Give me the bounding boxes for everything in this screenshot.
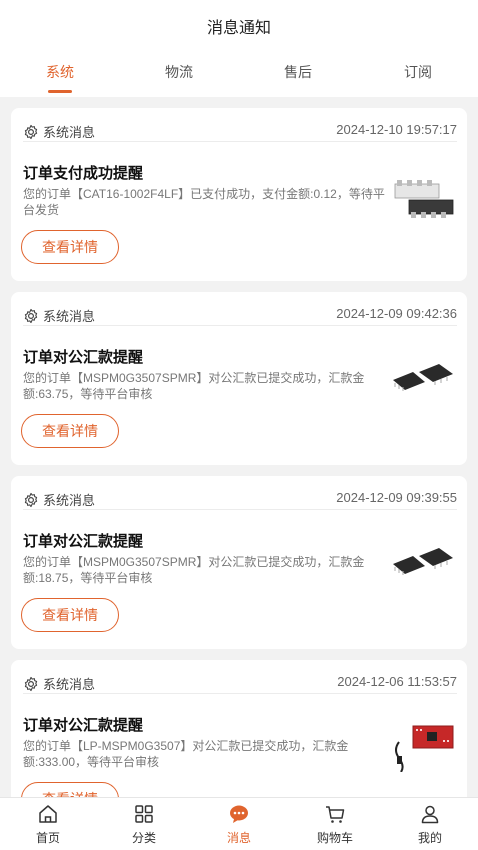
tab-system[interactable]: 系统 [15,62,105,82]
settings-icon [24,492,38,507]
message-description: 您的订单【LP-MSPM0G3507】对公汇款已提交成功，汇款金额:333.00… [23,739,349,769]
message-card: 系统消息 2024-12-10 19:57:17 订单支付成功提醒 您的订单【C… [11,108,467,281]
resistor-array-image [394,180,454,218]
card-header: 系统消息 2024-12-10 19:57:17 [23,120,457,142]
message-description: 您的订单【MSPM0G3507SPMR】对公汇款已提交成功，汇款金额:18.75… [23,555,365,585]
card-header: 系统消息 2024-12-09 09:42:36 [23,304,457,326]
message-time: 2024-12-09 09:42:36 [336,306,457,321]
message-type: 系统消息 [23,674,95,693]
settings-icon [24,124,38,139]
nav-label: 首页 [35,831,60,845]
message-type-label: 系统消息 [43,125,96,140]
message-time: 2024-12-09 09:39:55 [336,490,457,505]
message-time: 2024-12-10 19:57:17 [336,122,457,137]
message-card: 系统消息 2024-12-09 09:42:36 订单对公汇款提醒 您的订单【M… [11,292,467,465]
message-title: 订单对公汇款提醒 [23,349,144,366]
card-header: 系统消息 2024-12-09 09:39:55 [23,488,457,510]
header: 消息通知 系统 物流 售后 订阅 [0,0,478,97]
nav-category[interactable]: 分类 [109,798,179,850]
message-description: 您的订单【CAT16-1002F4LF】已支付成功，支付金额:0.12，等待平台… [23,187,385,217]
message-card: 系统消息 2024-12-09 09:39:55 订单对公汇款提醒 您的订单【M… [11,476,467,649]
card-header: 系统消息 2024-12-06 11:53:57 [23,672,457,694]
page-title: 消息通知 [206,20,271,37]
settings-icon [24,308,38,323]
chip-image [393,548,453,575]
message-type: 系统消息 [23,122,95,141]
message-type-label: 系统消息 [43,309,96,324]
settings-icon [24,676,38,691]
message-description: 您的订单【MSPM0G3507SPMR】对公汇款已提交成功，汇款金额:63.75… [23,371,365,401]
tab-subscription[interactable]: 订阅 [373,62,463,82]
message-icon [230,805,248,823]
message-card: 系统消息 2024-12-06 11:53:57 订单对公汇款提醒 您的订单【L… [11,660,467,797]
view-details-button[interactable]: 查看详情 [21,230,119,264]
dev-board-image [395,725,454,772]
message-title: 订单支付成功提醒 [23,165,144,182]
message-type-label: 系统消息 [43,493,96,508]
view-details-button[interactable]: 查看详情 [21,414,119,448]
message-title: 订单对公汇款提醒 [23,717,144,734]
category-icon [135,805,153,823]
user-icon [421,805,439,824]
message-type: 系统消息 [23,490,95,509]
message-time: 2024-12-06 11:53:57 [337,674,457,689]
active-tab-indicator [48,90,72,93]
nav-profile[interactable]: 我的 [395,798,465,850]
message-title: 订单对公汇款提醒 [23,533,144,550]
tab-bar: 系统 物流 售后 订阅 [0,62,478,96]
nav-label: 分类 [131,831,156,845]
cart-icon [326,806,345,823]
bottom-nav: 首页 分类 消息 购物车 我的 [0,797,478,850]
nav-message[interactable]: 消息 [204,798,274,850]
nav-label: 消息 [226,831,251,845]
view-details-button[interactable]: 查看详情 [21,782,119,797]
nav-label: 购物车 [316,831,353,845]
home-icon [39,805,57,823]
tab-logistics[interactable]: 物流 [134,62,224,82]
tab-after-sales[interactable]: 售后 [253,62,343,82]
nav-home[interactable]: 首页 [13,798,83,850]
nav-label: 我的 [417,831,442,845]
message-list[interactable]: 系统消息 2024-12-10 19:57:17 订单支付成功提醒 您的订单【C… [0,97,478,797]
view-details-button[interactable]: 查看详情 [21,598,119,632]
chip-image [393,364,453,391]
message-type: 系统消息 [23,306,95,325]
message-type-label: 系统消息 [43,677,96,692]
nav-cart[interactable]: 购物车 [300,798,370,850]
